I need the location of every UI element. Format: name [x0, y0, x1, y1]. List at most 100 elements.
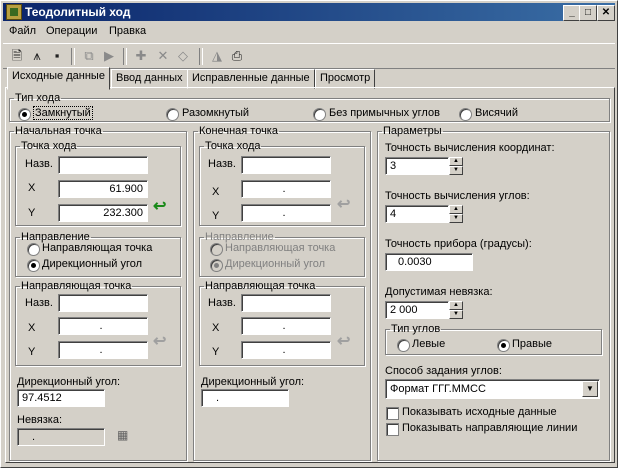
end-name-label: Назв.: [208, 158, 236, 170]
undo-arrow-icon[interactable]: ↩: [153, 331, 166, 351]
angle-left-radio[interactable]: [397, 339, 410, 352]
coord-precision-spinner[interactable]: ▲ ▼: [449, 157, 463, 175]
course-closed-radio[interactable]: [18, 108, 31, 121]
angle-left-label[interactable]: Левые: [412, 338, 445, 350]
show-source-checkbox[interactable]: [386, 407, 399, 420]
show-guides-checkbox[interactable]: [386, 423, 399, 436]
instrument-icon[interactable]: ⩚: [29, 48, 45, 64]
tab-preview[interactable]: Просмотр: [315, 69, 376, 89]
menu-file[interactable]: Файл: [9, 25, 36, 37]
toolbar-separator: [71, 48, 75, 65]
start-y-label: Y: [28, 207, 36, 219]
instrument-precision-input[interactable]: 0.0030: [385, 253, 473, 271]
end-station-legend: Точка хода: [205, 140, 261, 152]
undo-arrow-icon[interactable]: ↩: [153, 196, 166, 216]
show-source-label[interactable]: Показывать исходные данные: [402, 406, 557, 418]
new-doc-icon[interactable]: 🗎: [9, 48, 25, 64]
angle-method-value: Формат ГГГ.ММСС: [390, 383, 486, 395]
start-guide-y-label: Y: [28, 346, 36, 358]
window-title: Теодолитный ход: [25, 5, 131, 19]
menu-edit[interactable]: Правка: [109, 25, 146, 37]
end-y-input[interactable]: .: [241, 204, 331, 222]
tab-data-input[interactable]: Ввод данных: [111, 69, 188, 89]
save-icon[interactable]: ▪: [49, 48, 65, 64]
start-dir-azimuth-radio[interactable]: [27, 259, 40, 272]
end-x-input[interactable]: .: [241, 180, 331, 198]
course-open-label[interactable]: Разомкнутый: [182, 107, 249, 119]
start-dir-azimuth-label[interactable]: Дирекционный угол: [42, 258, 142, 270]
start-direction-group: Направление: [15, 231, 181, 277]
toolbar-separator: [199, 48, 203, 65]
main-window: Теодолитный ход _ □ ✕ Файл Операции Прав…: [0, 0, 618, 468]
close-button[interactable]: ✕: [597, 5, 615, 21]
eraser-icon[interactable]: ◇: [175, 48, 191, 64]
end-dir-guide-label[interactable]: Направляющая точка: [225, 242, 335, 254]
end-guide-x-input[interactable]: .: [241, 317, 331, 335]
calculator-icon[interactable]: ▦: [117, 428, 128, 442]
add-point-icon[interactable]: ✚: [133, 48, 149, 64]
start-guide-y-input[interactable]: .: [58, 341, 148, 359]
end-guide-name-input[interactable]: [241, 294, 331, 312]
course-hanging-label[interactable]: Висячий: [475, 107, 518, 119]
print-icon[interactable]: ⎙: [229, 48, 245, 64]
start-azimuth-label: Дирекционный угол:: [17, 376, 121, 388]
toolbar-separator: [123, 48, 127, 65]
course-type-group: Тип хода: [9, 92, 610, 122]
course-hanging-radio[interactable]: [459, 108, 472, 121]
undo-arrow-icon[interactable]: ↩: [337, 331, 350, 351]
end-y-label: Y: [212, 210, 220, 222]
start-name-input[interactable]: [58, 156, 148, 174]
start-guide-name-label: Назв.: [25, 297, 53, 309]
end-x-label: X: [212, 186, 220, 198]
params-legend: Параметры: [383, 125, 442, 137]
start-guide-legend: Направляющая точка: [21, 280, 132, 292]
tab-corrected-data[interactable]: Исправленные данные: [187, 69, 315, 89]
end-name-input[interactable]: [241, 156, 331, 174]
coord-precision-input[interactable]: 3: [385, 157, 449, 175]
angle-method-select[interactable]: Формат ГГГ.ММСС ▼: [385, 379, 600, 399]
angle-precision-input[interactable]: 4: [385, 205, 449, 223]
start-misclose-label: Невязка:: [17, 414, 63, 426]
end-dir-azimuth-label[interactable]: Дирекционный угол: [225, 258, 325, 270]
start-dir-guide-radio[interactable]: [27, 243, 40, 256]
end-direction-group: Направление: [199, 231, 365, 277]
tab-source-data[interactable]: Исходные данные: [7, 67, 110, 90]
coord-precision-label: Точность вычисления координат:: [385, 142, 555, 154]
start-dir-guide-label[interactable]: Направляющая точка: [42, 242, 152, 254]
start-y-input[interactable]: 232.300: [58, 204, 148, 222]
course-closed-label[interactable]: Замкнутый: [33, 106, 93, 120]
end-azimuth-input[interactable]: .: [201, 389, 289, 407]
end-guide-y-label: Y: [212, 346, 220, 358]
paste-icon[interactable]: ▶: [101, 48, 117, 64]
end-guide-y-input[interactable]: .: [241, 341, 331, 359]
maximize-button[interactable]: □: [579, 5, 597, 21]
end-azimuth-label: Дирекционный угол:: [201, 376, 305, 388]
end-dir-guide-radio[interactable]: [210, 243, 223, 256]
start-azimuth-input[interactable]: 97.4512: [17, 389, 105, 407]
start-x-input[interactable]: 61.900: [58, 180, 148, 198]
chevron-down-icon[interactable]: ▼: [582, 381, 598, 397]
start-guide-name-input[interactable]: [58, 294, 148, 312]
end-guide-legend: Направляющая точка: [205, 280, 316, 292]
tolerance-input[interactable]: 2 000: [385, 301, 449, 319]
angle-precision-spinner[interactable]: ▲ ▼: [449, 205, 463, 223]
course-noangles-label[interactable]: Без примычных углов: [329, 107, 440, 119]
title-bar[interactable]: Теодолитный ход _ □ ✕: [3, 3, 615, 21]
mirror-icon[interactable]: ◮: [209, 48, 225, 64]
angle-right-label[interactable]: Правые: [512, 338, 552, 350]
course-noangles-radio[interactable]: [313, 108, 326, 121]
start-guide-x-input[interactable]: .: [58, 317, 148, 335]
angle-precision-label: Точность вычисления углов:: [385, 190, 530, 202]
tolerance-spinner[interactable]: ▲ ▼: [449, 301, 463, 319]
course-type-legend: Тип хода: [15, 92, 61, 104]
instrument-precision-label: Точность прибора (градусы):: [385, 238, 532, 250]
delete-point-icon[interactable]: ✕: [155, 48, 171, 64]
course-open-radio[interactable]: [166, 108, 179, 121]
end-dir-azimuth-radio[interactable]: [210, 259, 223, 272]
angle-right-radio[interactable]: [497, 339, 510, 352]
menu-operations[interactable]: Операции: [46, 25, 97, 37]
show-guides-label[interactable]: Показывать направляющие линии: [402, 422, 577, 434]
undo-arrow-icon[interactable]: ↩: [337, 194, 350, 214]
start-x-label: X: [28, 182, 36, 194]
copy-icon[interactable]: ⧉: [81, 48, 97, 64]
